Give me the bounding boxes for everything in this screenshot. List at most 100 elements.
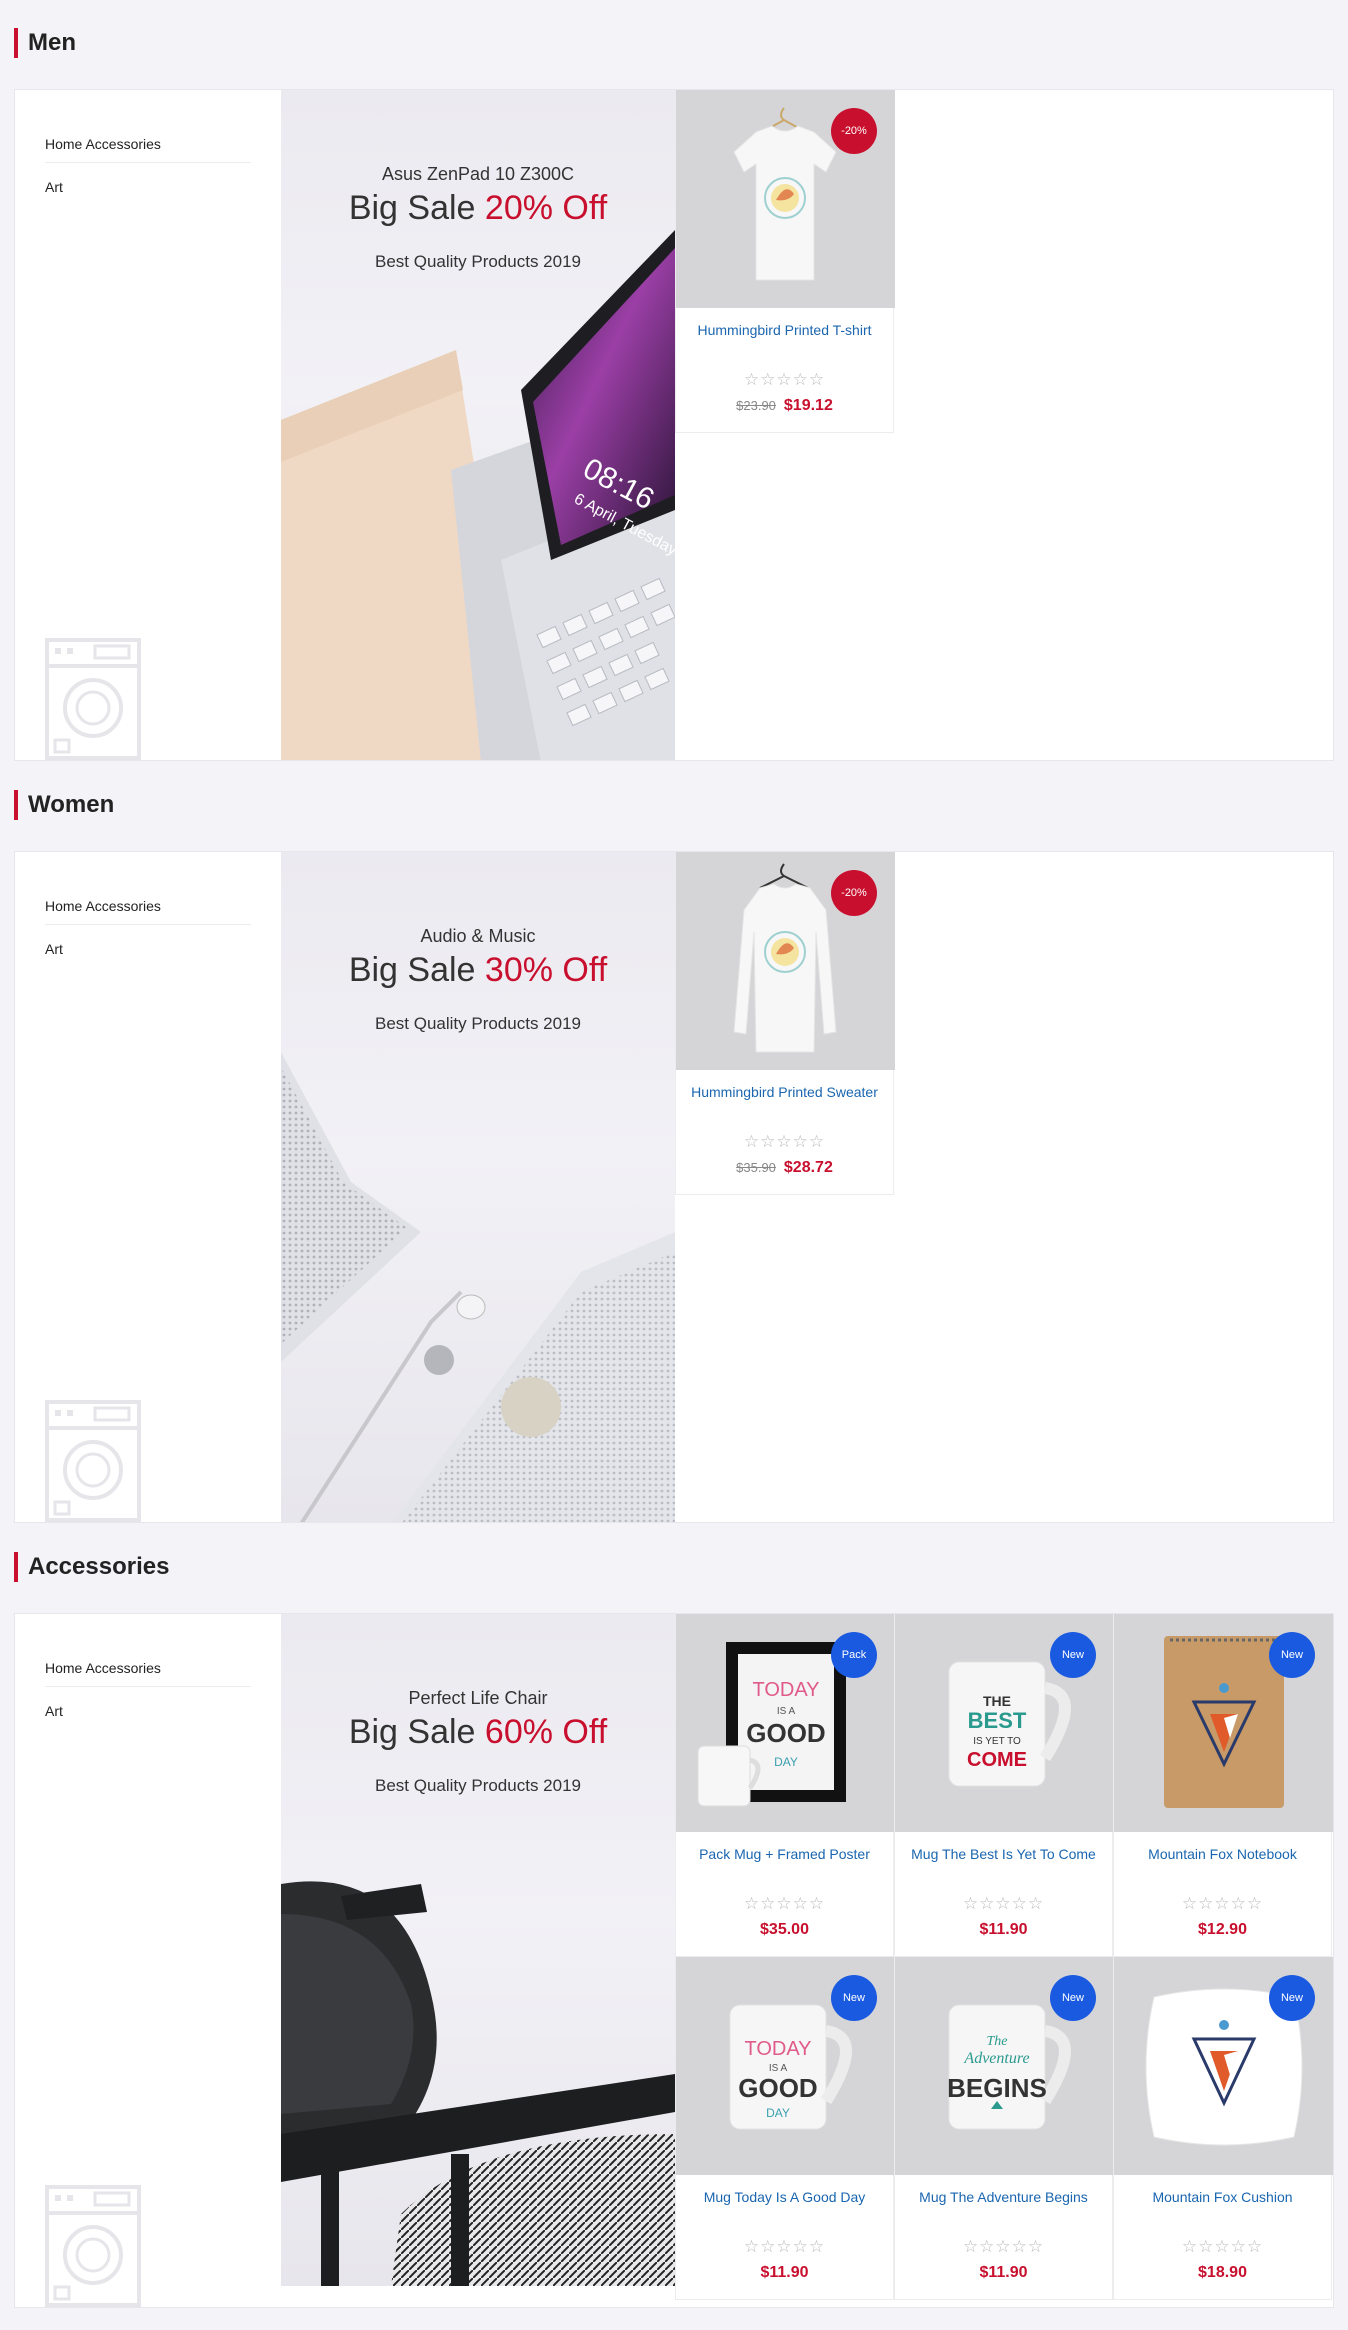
current-price: $11.90 bbox=[979, 2264, 1028, 2281]
current-price: $19.12 bbox=[783, 397, 833, 414]
product-name-link[interactable]: Mug Today Is A Good Day bbox=[676, 2189, 893, 2205]
banner-tagline: Best Quality Products 2019 bbox=[374, 1014, 581, 1033]
rating-stars: ☆☆☆☆☆ bbox=[743, 1894, 826, 1913]
section-title-men: Men bbox=[14, 28, 76, 58]
product-name-link[interactable]: Mountain Fox Notebook bbox=[1114, 1846, 1331, 1862]
product-card[interactable]: New Mountain Fox Notebook ☆☆☆☆☆ $12.90 bbox=[1113, 1614, 1333, 1957]
rating-stars: ☆☆☆☆☆ bbox=[743, 370, 826, 389]
banner-headline: Big Sale 30% Off bbox=[348, 951, 608, 989]
discount-badge: -20% bbox=[831, 108, 877, 154]
svg-text:GOOD: GOOD bbox=[738, 2073, 817, 2103]
banner-subtitle: Asus ZenPad 10 Z300C bbox=[381, 164, 575, 184]
washing-machine-icon bbox=[45, 1400, 141, 1522]
old-price: $35.90 bbox=[736, 1160, 776, 1175]
new-badge: New bbox=[1269, 1975, 1315, 2021]
washing-machine-icon bbox=[45, 2185, 141, 2307]
product-name-link[interactable]: Mug The Adventure Begins bbox=[895, 2189, 1112, 2205]
current-price: $11.90 bbox=[979, 1921, 1028, 1938]
svg-text:COME: COME bbox=[967, 1749, 1027, 1771]
category-block-men: Home Accessories Art 08:16 6 April, Tues… bbox=[14, 89, 1334, 761]
promo-banner-laptop[interactable]: 08:16 6 April, Tuesday Asus ZenPad 10 Z3… bbox=[281, 90, 675, 760]
banner-discount: 30% Off bbox=[484, 951, 608, 989]
category-link-art[interactable]: Art bbox=[45, 173, 251, 205]
new-badge: New bbox=[1050, 1975, 1096, 2021]
svg-text:TODAY: TODAY bbox=[752, 1679, 819, 1701]
product-name-link[interactable]: Mountain Fox Cushion bbox=[1114, 2189, 1331, 2205]
category-block-women: Home Accessories Art Audio & Music Big S… bbox=[14, 851, 1334, 1523]
svg-text:DAY: DAY bbox=[766, 2106, 790, 2120]
product-image[interactable]: -20% bbox=[676, 852, 895, 1070]
rating-stars: ☆☆☆☆☆ bbox=[1181, 2237, 1264, 2256]
discount-badge: -20% bbox=[831, 870, 877, 916]
current-price: $11.90 bbox=[760, 2264, 809, 2281]
product-image[interactable]: The Adventure BEGINS New bbox=[895, 1957, 1114, 2175]
product-card[interactable]: The Adventure BEGINS New Mug The Adventu… bbox=[894, 1957, 1114, 2300]
svg-text:The: The bbox=[987, 2034, 1008, 2049]
pack-badge: Pack bbox=[831, 1632, 877, 1678]
promo-banner-chair[interactable]: Perfect Life Chair Big Sale 60% Off Best… bbox=[281, 1614, 675, 2286]
svg-text:IS YET TO: IS YET TO bbox=[973, 1736, 1021, 1747]
section-title-women: Women bbox=[14, 790, 114, 820]
product-price: $23.90 $19.12 bbox=[676, 397, 893, 415]
product-image[interactable]: New bbox=[1114, 1957, 1333, 2175]
banner-discount: 20% Off bbox=[484, 189, 608, 227]
rating-stars: ☆☆☆☆☆ bbox=[962, 1894, 1045, 1913]
washing-machine-icon bbox=[45, 638, 141, 760]
product-card[interactable]: TODAY IS A GOOD DAY Pack Pack Mug + Fram… bbox=[675, 1614, 895, 1957]
rating-stars: ☆☆☆☆☆ bbox=[743, 1132, 826, 1151]
banner-text: Perfect Life Chair Big Sale 60% Off Best… bbox=[281, 1688, 675, 1796]
banner-tagline: Best Quality Products 2019 bbox=[374, 1776, 581, 1795]
svg-text:BEST: BEST bbox=[968, 1708, 1027, 1733]
promo-banner-audio[interactable]: Audio & Music Big Sale 30% Off Best Qual… bbox=[281, 852, 675, 1522]
old-price: $23.90 bbox=[736, 398, 776, 413]
banner-text: Asus ZenPad 10 Z300C Big Sale 20% Off Be… bbox=[281, 164, 675, 272]
rating-stars: ☆☆☆☆☆ bbox=[962, 2237, 1045, 2256]
product-card[interactable]: New Mountain Fox Cushion ☆☆☆☆☆ $18.90 bbox=[1113, 1957, 1333, 2300]
category-link-home-accessories[interactable]: Home Accessories bbox=[45, 892, 251, 925]
rating-stars: ☆☆☆☆☆ bbox=[743, 2237, 826, 2256]
banner-headline: Big Sale 60% Off bbox=[348, 1713, 608, 1751]
category-link-art[interactable]: Art bbox=[45, 935, 251, 967]
product-name-link[interactable]: Mug The Best Is Yet To Come bbox=[895, 1846, 1112, 1862]
new-badge: New bbox=[831, 1975, 877, 2021]
banner-headline: Big Sale 20% Off bbox=[348, 189, 608, 227]
banner-subtitle: Perfect Life Chair bbox=[408, 1688, 548, 1708]
product-card[interactable]: TODAY IS A GOOD DAY New Mug Today Is A G… bbox=[675, 1957, 895, 2300]
product-image[interactable]: TODAY IS A GOOD DAY New bbox=[676, 1957, 895, 2175]
svg-text:IS A: IS A bbox=[777, 1706, 796, 1717]
svg-text:Adventure: Adventure bbox=[963, 2050, 1029, 2067]
product-card[interactable]: THE BEST IS YET TO COME New Mug The Best… bbox=[894, 1614, 1114, 1957]
svg-text:THE: THE bbox=[983, 1693, 1011, 1709]
product-name-link[interactable]: Pack Mug + Framed Poster bbox=[676, 1846, 893, 1862]
banner-subtitle: Audio & Music bbox=[420, 926, 536, 946]
product-price: $18.90 bbox=[1114, 2264, 1331, 2282]
banner-discount: 60% Off bbox=[484, 1713, 608, 1751]
section-title-accessories: Accessories bbox=[14, 1552, 169, 1582]
product-image[interactable]: THE BEST IS YET TO COME New bbox=[895, 1614, 1114, 1832]
rating-stars: ☆☆☆☆☆ bbox=[1181, 1894, 1264, 1913]
product-price: $11.90 bbox=[895, 2264, 1112, 2282]
category-link-home-accessories[interactable]: Home Accessories bbox=[45, 130, 251, 163]
category-block-accessories: Home Accessories Art Perfect Life Chair … bbox=[14, 1613, 1334, 2308]
banner-text: Audio & Music Big Sale 30% Off Best Qual… bbox=[281, 926, 675, 1034]
product-image[interactable]: New bbox=[1114, 1614, 1333, 1832]
category-link-art[interactable]: Art bbox=[45, 1697, 251, 1729]
product-price: $35.00 bbox=[676, 1921, 893, 1939]
product-price: $11.90 bbox=[676, 2264, 893, 2282]
new-badge: New bbox=[1050, 1632, 1096, 1678]
svg-text:GOOD: GOOD bbox=[746, 1718, 825, 1748]
category-link-home-accessories[interactable]: Home Accessories bbox=[45, 1654, 251, 1687]
product-card[interactable]: -20% Hummingbird Printed T-shirt ☆☆☆☆☆ $… bbox=[675, 90, 895, 433]
svg-text:BEGINS: BEGINS bbox=[947, 2073, 1047, 2103]
product-name-link[interactable]: Hummingbird Printed Sweater bbox=[676, 1084, 893, 1100]
current-price: $28.72 bbox=[783, 1159, 833, 1176]
product-image[interactable]: TODAY IS A GOOD DAY Pack bbox=[676, 1614, 895, 1832]
product-name-link[interactable]: Hummingbird Printed T-shirt bbox=[676, 322, 893, 338]
new-badge: New bbox=[1269, 1632, 1315, 1678]
product-price: $35.90 $28.72 bbox=[676, 1159, 893, 1177]
product-price: $12.90 bbox=[1114, 1921, 1331, 1939]
current-price: $35.00 bbox=[760, 1921, 809, 1938]
product-card[interactable]: -20% Hummingbird Printed Sweater ☆☆☆☆☆ $… bbox=[675, 852, 895, 1195]
product-image[interactable]: -20% bbox=[676, 90, 895, 308]
svg-text:DAY: DAY bbox=[774, 1755, 798, 1769]
